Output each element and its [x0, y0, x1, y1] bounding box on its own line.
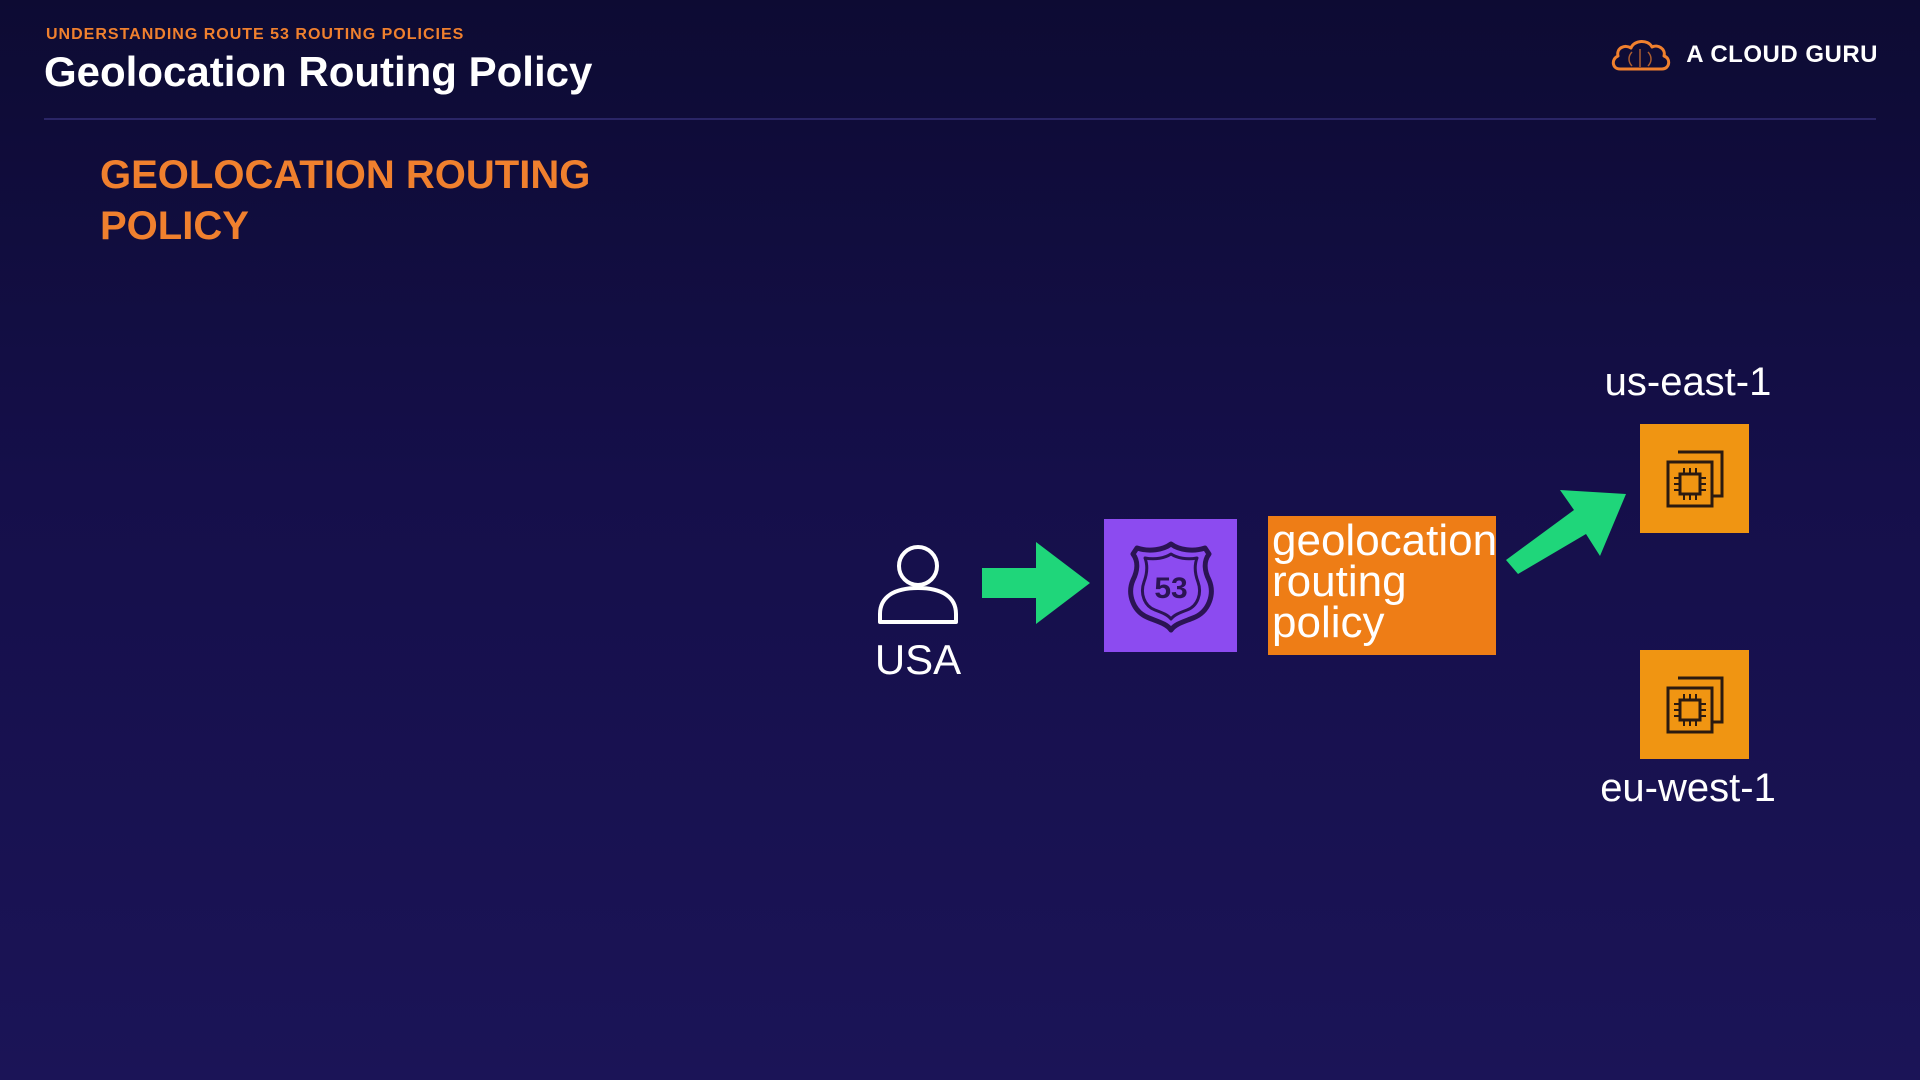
- policy-line: policy: [1272, 598, 1385, 647]
- ec2-instances-icon: [1666, 676, 1723, 733]
- user-icon: [878, 545, 958, 624]
- region-label-us-east-1: us-east-1: [1604, 360, 1772, 404]
- header-divider: [44, 118, 1876, 120]
- section-title: GEOLOCATION ROUTING POLICY: [100, 153, 591, 248]
- ec2-instances-icon: [1666, 450, 1723, 507]
- route53-shield-icon: 53: [1127, 541, 1214, 632]
- user-location-label: USA: [874, 636, 962, 683]
- ec2-instance-us-east-1: [1640, 424, 1749, 533]
- arrow-icon: [982, 542, 1090, 624]
- arrow-icon: [1506, 490, 1626, 574]
- route53-service-box: 53: [1104, 519, 1237, 652]
- policy-line: geolocation: [1272, 516, 1496, 565]
- route53-badge-number: 53: [1154, 572, 1187, 605]
- region-label-eu-west-1: eu-west-1: [1600, 766, 1776, 810]
- cloud-logo-icon: [1612, 40, 1671, 71]
- brand-name: A CLOUD GURU: [1686, 41, 1878, 68]
- policy-line: routing: [1272, 557, 1407, 606]
- header-subtitle: UNDERSTANDING ROUTE 53 ROUTING POLICIES: [46, 26, 465, 43]
- page-title: Geolocation Routing Policy: [44, 48, 593, 95]
- brand-logo: A CLOUD GURU: [1610, 36, 1878, 74]
- ec2-instance-eu-west-1: [1640, 650, 1749, 759]
- geolocation-policy-box: geolocation routing policy: [1268, 516, 1496, 655]
